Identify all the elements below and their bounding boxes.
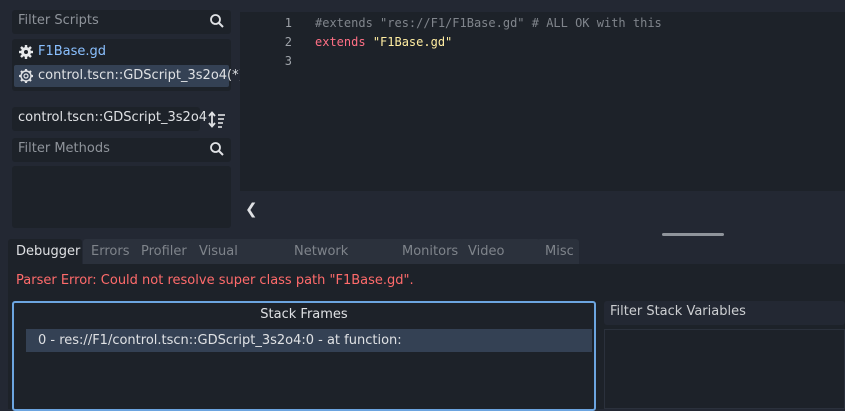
keyword-token: extends: [315, 35, 366, 49]
filter-stack-variables-input[interactable]: Filter Stack Variables: [604, 301, 845, 325]
script-item-f1base[interactable]: F1Base.gd: [14, 41, 229, 63]
filter-scripts-input[interactable]: Filter Scripts: [12, 10, 231, 34]
filter-scripts-placeholder: Filter Scripts: [18, 13, 99, 28]
stack-frames-panel: Stack Frames 0 - res://F1/control.tscn::…: [12, 301, 596, 411]
line-text: extends "F1Base.gd": [315, 33, 452, 52]
stack-frame-row[interactable]: 0 - res://F1/control.tscn::GDScript_3s2o…: [26, 329, 592, 352]
string-token: "F1Base.gd": [372, 35, 453, 49]
script-item-label: F1Base.gd: [38, 44, 107, 59]
tab-misc[interactable]: Misc: [537, 239, 579, 264]
tab-network-profiler[interactable]: Network Profiler: [286, 239, 401, 284]
code-line: 3: [240, 52, 845, 71]
stack-variables-list: [604, 329, 845, 409]
tab-visual-profiler[interactable]: Visual Profiler: [191, 239, 294, 284]
search-icon: [210, 14, 224, 28]
stack-frames-header: Stack Frames: [260, 307, 348, 322]
split-handle[interactable]: [662, 233, 724, 236]
code-editor[interactable]: 1 #extends "res://F1/F1Base.gd" # ALL OK…: [240, 12, 845, 191]
line-number: 1: [284, 16, 292, 30]
tab-debugger[interactable]: Debugger: [8, 239, 82, 264]
methods-list: [12, 166, 231, 228]
filter-methods-input[interactable]: Filter Methods: [12, 138, 231, 162]
tab-profiler[interactable]: Profiler: [133, 239, 197, 264]
gear-icon: [19, 45, 33, 59]
tab-errors[interactable]: Errors: [83, 239, 139, 264]
script-item-label: control.tscn::GDScript_3s2o4(*): [38, 68, 244, 83]
line-text: #extends "res://F1/F1Base.gd" # ALL OK w…: [315, 16, 662, 30]
line-number: 3: [284, 54, 292, 68]
bottom-tab-bar: Debugger Errors Profiler Visual Profiler…: [8, 239, 845, 284]
collapse-panel-icon[interactable]: ❮: [245, 200, 258, 218]
gear-outline-icon: [19, 69, 33, 83]
filter-stack-variables-placeholder: Filter Stack Variables: [610, 304, 746, 319]
sort-icon[interactable]: [208, 111, 226, 129]
code-line: 1 #extends "res://F1/F1Base.gd" # ALL OK…: [240, 14, 845, 33]
line-number: 2: [284, 35, 292, 49]
script-list: F1Base.gd control.tscn::GDScript_3s2o4(*…: [12, 39, 244, 91]
script-item-control[interactable]: control.tscn::GDScript_3s2o4(*): [14, 65, 244, 87]
code-line: 2 extends "F1Base.gd": [240, 33, 845, 52]
error-message: Parser Error: Could not resolve super cl…: [16, 273, 414, 288]
search-icon: [210, 142, 224, 156]
current-script-label: control.tscn::GDScript_3s2o4: [12, 107, 207, 131]
current-script-text: control.tscn::GDScript_3s2o4: [18, 110, 208, 125]
tab-video-ram[interactable]: Video RAM: [460, 239, 540, 284]
tab-monitors[interactable]: Monitors: [394, 239, 467, 264]
filter-methods-placeholder: Filter Methods: [18, 141, 110, 156]
